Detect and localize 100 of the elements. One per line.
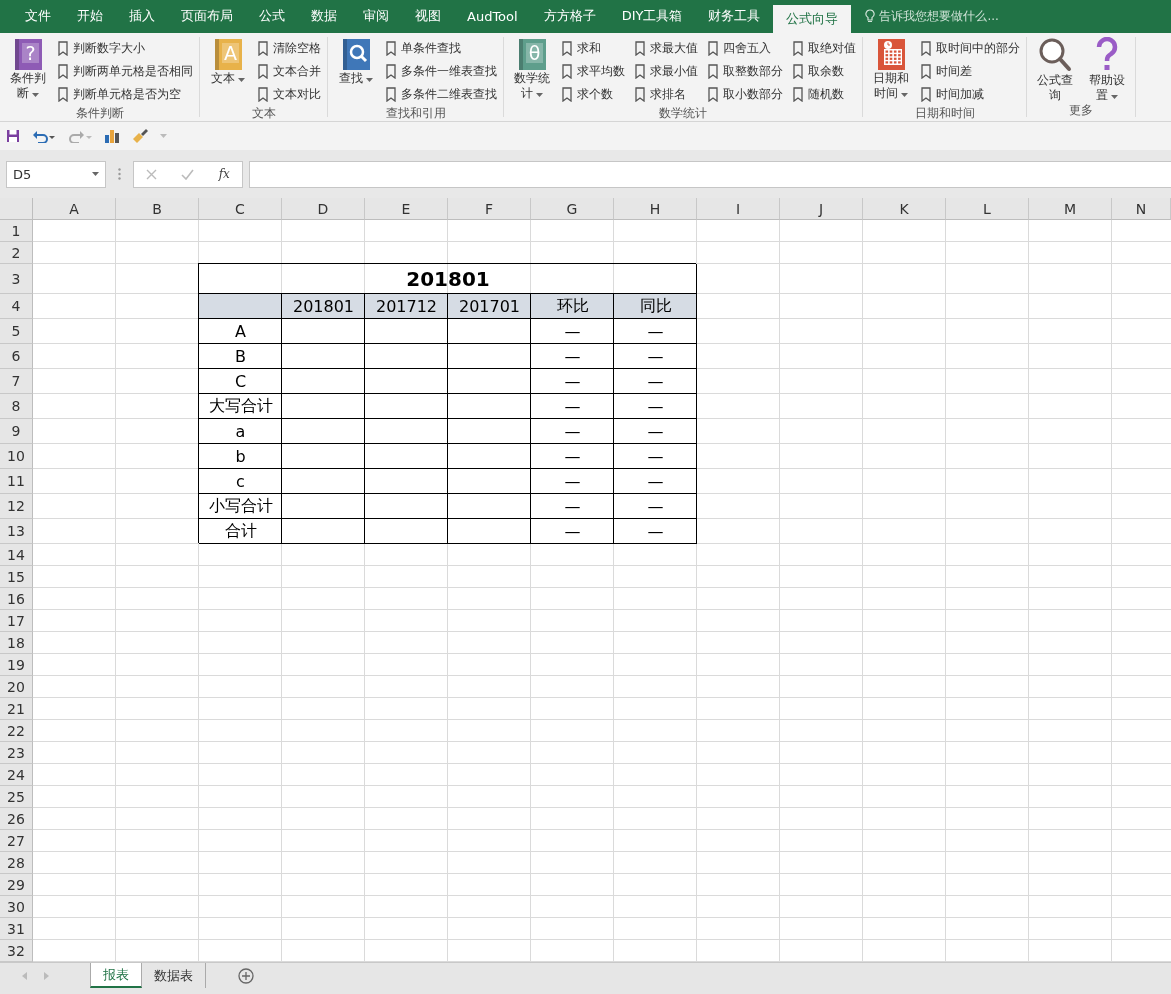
row-header[interactable]: 30: [0, 896, 33, 918]
row-header[interactable]: 3: [0, 264, 33, 294]
ribbon-item[interactable]: 求最小值: [635, 60, 698, 83]
row-header[interactable]: 13: [0, 519, 33, 544]
row-header[interactable]: 26: [0, 808, 33, 830]
column-header[interactable]: M: [1029, 198, 1112, 220]
ribbon-item[interactable]: 四舍五入: [708, 37, 783, 60]
row-header[interactable]: 18: [0, 632, 33, 654]
ribbon-button[interactable]: A 文本: [206, 37, 250, 106]
undo-icon[interactable]: [32, 129, 56, 143]
ribbon-tab[interactable]: 公式向导: [773, 5, 852, 33]
column-header[interactable]: I: [697, 198, 780, 220]
ribbon-item[interactable]: 取时间中的部分: [921, 37, 1020, 60]
row-header[interactable]: 19: [0, 654, 33, 676]
ribbon-button[interactable]: ? 条件判断: [6, 37, 50, 106]
ribbon-item[interactable]: 清除空格: [258, 37, 321, 60]
ribbon-item[interactable]: 求平均数: [562, 60, 625, 83]
row-header[interactable]: 8: [0, 394, 33, 419]
cancel-icon[interactable]: [146, 168, 158, 180]
ribbon-tab[interactable]: 财务工具: [695, 2, 774, 30]
ribbon-button[interactable]: 查找: [334, 37, 378, 106]
column-header[interactable]: C: [199, 198, 282, 220]
ribbon-button[interactable]: θ 数学统计: [510, 37, 554, 106]
ribbon-item[interactable]: 取余数: [793, 60, 856, 83]
column-header[interactable]: E: [365, 198, 448, 220]
row-header[interactable]: 28: [0, 852, 33, 874]
scroll-right-icon[interactable]: [44, 972, 50, 980]
column-header[interactable]: K: [863, 198, 946, 220]
row-header[interactable]: 12: [0, 494, 33, 519]
select-all-corner[interactable]: [0, 198, 33, 220]
ribbon-tab[interactable]: 页面布局: [168, 2, 246, 30]
column-header[interactable]: L: [946, 198, 1029, 220]
ribbon-tab[interactable]: 开始: [64, 2, 116, 30]
row-header[interactable]: 5: [0, 319, 33, 344]
ribbon-item[interactable]: 多条件一维表查找: [386, 60, 497, 83]
ribbon-button[interactable]: 帮助设置: [1085, 37, 1129, 103]
row-header[interactable]: 20: [0, 676, 33, 698]
ribbon-item[interactable]: 判断数字大小: [58, 37, 193, 60]
row-header[interactable]: 22: [0, 720, 33, 742]
sheet-tab[interactable]: 报表: [90, 963, 142, 988]
column-header[interactable]: A: [33, 198, 116, 220]
column-header[interactable]: F: [448, 198, 531, 220]
ribbon-item[interactable]: 判断两单元格是否相同: [58, 60, 193, 83]
row-header[interactable]: 23: [0, 742, 33, 764]
redo-icon[interactable]: [68, 129, 92, 143]
column-header[interactable]: G: [531, 198, 614, 220]
formula-input[interactable]: [249, 160, 1171, 188]
row-header[interactable]: 11: [0, 469, 33, 494]
check-icon[interactable]: [181, 168, 195, 180]
brush-icon[interactable]: [132, 129, 148, 143]
add-sheet-icon[interactable]: [238, 968, 254, 984]
bar-chart-icon[interactable]: [104, 129, 120, 143]
sheet-tab[interactable]: 数据表: [142, 963, 206, 988]
row-header[interactable]: 9: [0, 419, 33, 444]
ribbon-tab[interactable]: AudTool: [454, 2, 531, 30]
ribbon-tab[interactable]: 审阅: [350, 2, 402, 30]
ribbon-button[interactable]: 公式查询: [1033, 37, 1077, 103]
row-header[interactable]: 1: [0, 220, 33, 242]
column-header[interactable]: B: [116, 198, 199, 220]
row-header[interactable]: 2: [0, 242, 33, 264]
ribbon-item[interactable]: 判断单元格是否为空: [58, 83, 193, 106]
ribbon-tab[interactable]: DIY工具箱: [608, 2, 696, 30]
ribbon-item[interactable]: 随机数: [793, 83, 856, 106]
row-header[interactable]: 6: [0, 344, 33, 369]
insert-function-button[interactable]: fx: [218, 167, 230, 181]
ribbon-item[interactable]: 多条件二维表查找: [386, 83, 497, 106]
column-header[interactable]: J: [780, 198, 863, 220]
tell-me-field[interactable]: 告诉我您想要做什么...: [879, 7, 999, 25]
row-header[interactable]: 31: [0, 918, 33, 940]
row-header[interactable]: 27: [0, 830, 33, 852]
name-box[interactable]: D5: [6, 160, 106, 188]
ribbon-item[interactable]: 文本合并: [258, 60, 321, 83]
row-header[interactable]: 21: [0, 698, 33, 720]
row-header[interactable]: 32: [0, 940, 33, 962]
ribbon-item[interactable]: 单条件查找: [386, 37, 497, 60]
ribbon-tab[interactable]: 数据: [298, 2, 350, 30]
ribbon-tab[interactable]: 视图: [402, 2, 454, 30]
ribbon-item[interactable]: 取绝对值: [793, 37, 856, 60]
row-header[interactable]: 7: [0, 369, 33, 394]
row-header[interactable]: 4: [0, 294, 33, 319]
row-header[interactable]: 29: [0, 874, 33, 896]
ribbon-item[interactable]: 求和: [562, 37, 625, 60]
ribbon-tab[interactable]: 插入: [116, 2, 168, 30]
column-header[interactable]: N: [1112, 198, 1171, 220]
ribbon-tab[interactable]: 方方格子: [530, 2, 609, 30]
row-header[interactable]: 25: [0, 786, 33, 808]
ribbon-button[interactable]: 日期和时间: [869, 37, 913, 106]
column-header[interactable]: H: [614, 198, 697, 220]
ribbon-item[interactable]: 取整数部分: [708, 60, 783, 83]
ribbon-item[interactable]: 时间差: [921, 60, 1020, 83]
ribbon-item[interactable]: 时间加减: [921, 83, 1020, 106]
row-header[interactable]: 15: [0, 566, 33, 588]
ribbon-item[interactable]: 求排名: [635, 83, 698, 106]
row-header[interactable]: 14: [0, 544, 33, 566]
ribbon-item[interactable]: 求最大值: [635, 37, 698, 60]
row-header[interactable]: 10: [0, 444, 33, 469]
ribbon-tab[interactable]: 公式: [246, 2, 298, 30]
ribbon-tab[interactable]: 文件: [12, 2, 64, 30]
ribbon-item[interactable]: 文本对比: [258, 83, 321, 106]
ribbon-item[interactable]: 求个数: [562, 83, 625, 106]
